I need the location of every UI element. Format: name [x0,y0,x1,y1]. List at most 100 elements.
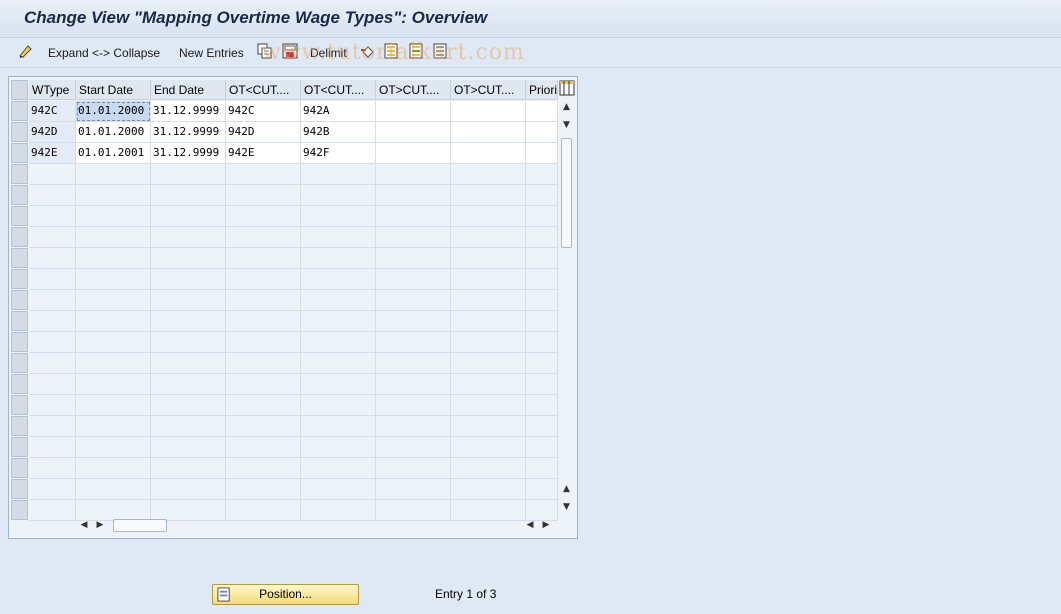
empty-table-cell[interactable] [301,227,376,248]
table-cell[interactable]: 942A [301,101,376,122]
empty-table-cell[interactable] [451,395,526,416]
table-cell[interactable] [451,143,526,164]
column-header[interactable]: OT<CUT.... [301,80,376,100]
empty-table-cell[interactable] [76,374,151,395]
empty-table-cell[interactable] [226,227,301,248]
empty-table-cell[interactable] [376,164,451,185]
empty-table-cell[interactable] [451,206,526,227]
row-selector[interactable] [11,269,28,289]
empty-table-cell[interactable] [451,311,526,332]
column-header[interactable]: End Date [151,80,226,100]
empty-table-cell[interactable] [226,437,301,458]
column-header[interactable]: Start Date [76,80,151,100]
empty-table-cell[interactable] [301,416,376,437]
delimit-button[interactable]: Delimit [310,43,347,63]
empty-table-cell[interactable] [376,332,451,353]
scroll-page-down-icon[interactable]: ▼ [558,499,575,515]
empty-table-cell[interactable] [451,374,526,395]
column-header[interactable]: Priorit [526,80,558,100]
row-selector[interactable] [11,122,28,142]
empty-table-cell[interactable] [226,353,301,374]
empty-table-cell[interactable] [76,227,151,248]
empty-table-cell[interactable] [451,353,526,374]
scroll-far-right-icon[interactable]: ▶ [539,518,553,532]
horizontal-scrollbar[interactable]: ◀ ▶ ◀ ▶ [75,517,559,534]
column-header[interactable]: OT>CUT.... [451,80,526,100]
empty-table-cell[interactable] [76,353,151,374]
empty-table-cell[interactable] [526,353,558,374]
empty-table-cell[interactable] [526,290,558,311]
copy-icon[interactable] [257,43,273,59]
select-block-icon[interactable] [409,43,425,59]
empty-table-cell[interactable] [301,395,376,416]
empty-table-cell[interactable] [301,437,376,458]
row-selector[interactable] [11,248,28,268]
empty-table-cell[interactable] [76,458,151,479]
empty-table-cell[interactable] [76,185,151,206]
empty-table-cell[interactable] [451,416,526,437]
empty-table-cell[interactable] [526,269,558,290]
empty-table-cell[interactable] [151,374,226,395]
empty-table-cell[interactable] [376,206,451,227]
empty-table-cell[interactable] [29,332,76,353]
empty-table-cell[interactable] [226,458,301,479]
column-header[interactable]: OT<CUT.... [226,80,301,100]
empty-table-cell[interactable] [376,479,451,500]
empty-table-cell[interactable] [526,227,558,248]
empty-table-cell[interactable] [451,227,526,248]
empty-table-cell[interactable] [76,290,151,311]
empty-table-cell[interactable] [29,311,76,332]
row-selector[interactable] [11,206,28,226]
empty-table-cell[interactable] [151,458,226,479]
empty-table-cell[interactable] [151,185,226,206]
select-all-rows-button[interactable] [11,80,28,100]
table-cell[interactable]: 942C [226,101,301,122]
empty-table-cell[interactable] [226,185,301,206]
scroll-far-left-icon[interactable]: ◀ [523,518,537,532]
delete-icon[interactable] [282,43,298,59]
table-cell[interactable]: 01.01.2000 [76,101,151,122]
empty-table-cell[interactable] [376,311,451,332]
empty-table-cell[interactable] [451,269,526,290]
empty-table-cell[interactable] [76,437,151,458]
empty-table-cell[interactable] [451,290,526,311]
vertical-scroll-thumb[interactable] [561,138,572,248]
table-cell[interactable]: 31.12.9999 [151,101,226,122]
empty-table-cell[interactable] [151,290,226,311]
deselect-all-icon[interactable] [433,43,449,59]
horizontal-scroll-thumb[interactable] [113,519,167,532]
undo-change-icon[interactable] [360,43,376,59]
empty-table-cell[interactable] [76,332,151,353]
empty-table-cell[interactable] [151,311,226,332]
table-cell[interactable]: 942F [301,143,376,164]
empty-table-cell[interactable] [226,269,301,290]
empty-table-cell[interactable] [451,437,526,458]
row-selector[interactable] [11,374,28,394]
row-selector[interactable] [11,416,28,436]
empty-table-cell[interactable] [301,458,376,479]
table-cell[interactable]: 31.12.9999 [151,143,226,164]
empty-table-cell[interactable] [76,269,151,290]
empty-table-cell[interactable] [151,353,226,374]
row-selector[interactable] [11,227,28,247]
empty-table-cell[interactable] [526,185,558,206]
empty-table-cell[interactable] [226,206,301,227]
row-selector[interactable] [11,458,28,478]
empty-table-cell[interactable] [151,332,226,353]
empty-table-cell[interactable] [226,374,301,395]
empty-table-cell[interactable] [76,395,151,416]
select-all-icon[interactable] [384,43,400,59]
table-cell[interactable] [526,143,558,164]
empty-table-cell[interactable] [526,164,558,185]
table-cell[interactable] [376,122,451,143]
empty-table-cell[interactable] [29,374,76,395]
empty-table-cell[interactable] [151,164,226,185]
row-selector[interactable] [11,143,28,163]
empty-table-cell[interactable] [29,290,76,311]
empty-table-cell[interactable] [376,374,451,395]
empty-table-cell[interactable] [29,248,76,269]
empty-table-cell[interactable] [526,248,558,269]
empty-table-cell[interactable] [29,353,76,374]
row-selector[interactable] [11,395,28,415]
row-selector[interactable] [11,332,28,352]
